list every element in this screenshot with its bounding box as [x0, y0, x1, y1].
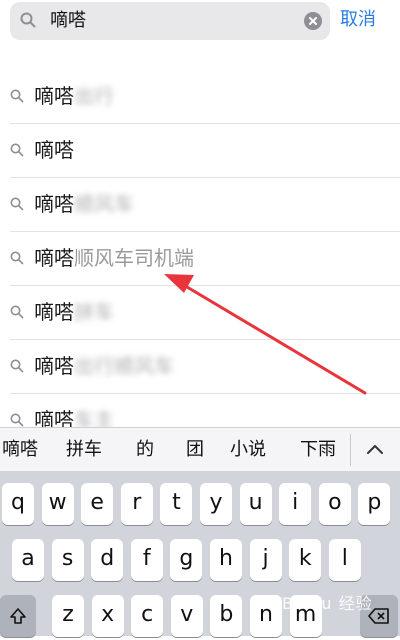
suggestion-text: 嘀嗒: [34, 137, 74, 163]
key-r[interactable]: r: [120, 483, 153, 525]
suggestion-list: 嘀嗒出行 嘀嗒 嘀嗒顺风车 嘀嗒顺风车司机端 嘀嗒拼车 嘀嗒出行顺风车 嘀嗒车主: [0, 70, 400, 448]
suggestion-prefix: 嘀嗒: [34, 246, 74, 270]
search-header: 嘀嗒 取消: [0, 0, 400, 48]
search-icon: [10, 359, 24, 373]
suggestion-item[interactable]: 嘀嗒: [10, 124, 400, 178]
key-g[interactable]: g: [170, 539, 203, 581]
suggestion-prefix: 嘀嗒: [34, 192, 74, 216]
suggestion-prefix: 嘀嗒: [34, 354, 74, 378]
suggestion-prefix: 嘀嗒: [34, 138, 74, 162]
search-icon: [10, 413, 24, 427]
key-w[interactable]: w: [41, 483, 74, 525]
prediction-1[interactable]: 嘀嗒: [2, 438, 38, 462]
prediction-5[interactable]: 小说: [230, 438, 266, 462]
key-j[interactable]: j: [249, 539, 282, 581]
predictive-bar: 嘀嗒 拼车 的 团 小说 下雨: [0, 427, 400, 472]
search-icon: [10, 305, 24, 319]
shift-key[interactable]: [0, 595, 36, 637]
key-p[interactable]: p: [358, 483, 391, 525]
suggestion-text: 嘀嗒出行顺风车: [34, 353, 174, 379]
suggestion-item[interactable]: 嘀嗒顺风车司机端: [10, 232, 400, 286]
key-v[interactable]: v: [170, 595, 203, 637]
key-h[interactable]: h: [210, 539, 242, 581]
predictive-divider: [350, 434, 351, 466]
suggestion-rest: 顺风车: [74, 192, 134, 216]
suggestion-text: 嘀嗒拼车: [34, 299, 114, 325]
search-query-text[interactable]: 嘀嗒: [50, 9, 86, 33]
prediction-3[interactable]: 的: [136, 438, 154, 462]
key-k[interactable]: k: [289, 539, 322, 581]
search-icon: [10, 89, 24, 103]
search-icon: [10, 251, 24, 265]
watermark: Baidu 经验: [282, 594, 373, 613]
key-u[interactable]: u: [239, 483, 272, 525]
search-input[interactable]: 嘀嗒: [10, 2, 330, 40]
key-n[interactable]: n: [250, 595, 282, 637]
key-f[interactable]: f: [130, 539, 163, 581]
key-z[interactable]: z: [52, 595, 84, 637]
suggestion-item[interactable]: 嘀嗒出行: [10, 70, 400, 124]
suggestion-text: 嘀嗒顺风车: [34, 191, 134, 217]
suggestion-rest: 出行顺风车: [74, 354, 174, 378]
prediction-2[interactable]: 拼车: [66, 438, 102, 462]
key-t[interactable]: t: [160, 483, 193, 525]
prediction-6[interactable]: 下雨: [300, 438, 336, 462]
suggestion-item[interactable]: 嘀嗒拼车: [10, 286, 400, 340]
suggestion-item[interactable]: 嘀嗒顺风车: [10, 178, 400, 232]
search-icon: [10, 197, 24, 211]
chevron-up-icon[interactable]: [366, 442, 384, 456]
suggestion-item[interactable]: 嘀嗒出行顺风车: [10, 340, 400, 394]
search-icon: [10, 143, 24, 157]
prediction-4[interactable]: 团: [186, 438, 204, 462]
suggestion-text: 嘀嗒出行: [34, 83, 114, 109]
key-o[interactable]: o: [318, 483, 351, 525]
suggestion-rest: 拼车: [74, 300, 114, 324]
clear-icon[interactable]: [304, 12, 322, 30]
suggestion-prefix: 嘀嗒: [34, 84, 74, 108]
search-icon: [20, 12, 36, 28]
key-a[interactable]: a: [12, 539, 44, 581]
key-c[interactable]: c: [131, 595, 164, 637]
key-i[interactable]: i: [279, 483, 312, 525]
key-l[interactable]: l: [328, 539, 361, 581]
cancel-button[interactable]: 取消: [340, 8, 376, 32]
suggestion-prefix: 嘀嗒: [34, 300, 74, 324]
key-x[interactable]: x: [91, 595, 124, 637]
suggestion-rest: 顺风车司机端: [74, 246, 194, 270]
key-q[interactable]: q: [2, 483, 34, 525]
key-b[interactable]: b: [210, 595, 243, 637]
key-y[interactable]: y: [200, 483, 232, 525]
key-s[interactable]: s: [51, 539, 84, 581]
key-d[interactable]: d: [91, 539, 124, 581]
suggestion-rest: 出行: [74, 84, 114, 108]
key-e[interactable]: e: [81, 483, 114, 525]
suggestion-text: 嘀嗒顺风车司机端: [34, 245, 194, 271]
